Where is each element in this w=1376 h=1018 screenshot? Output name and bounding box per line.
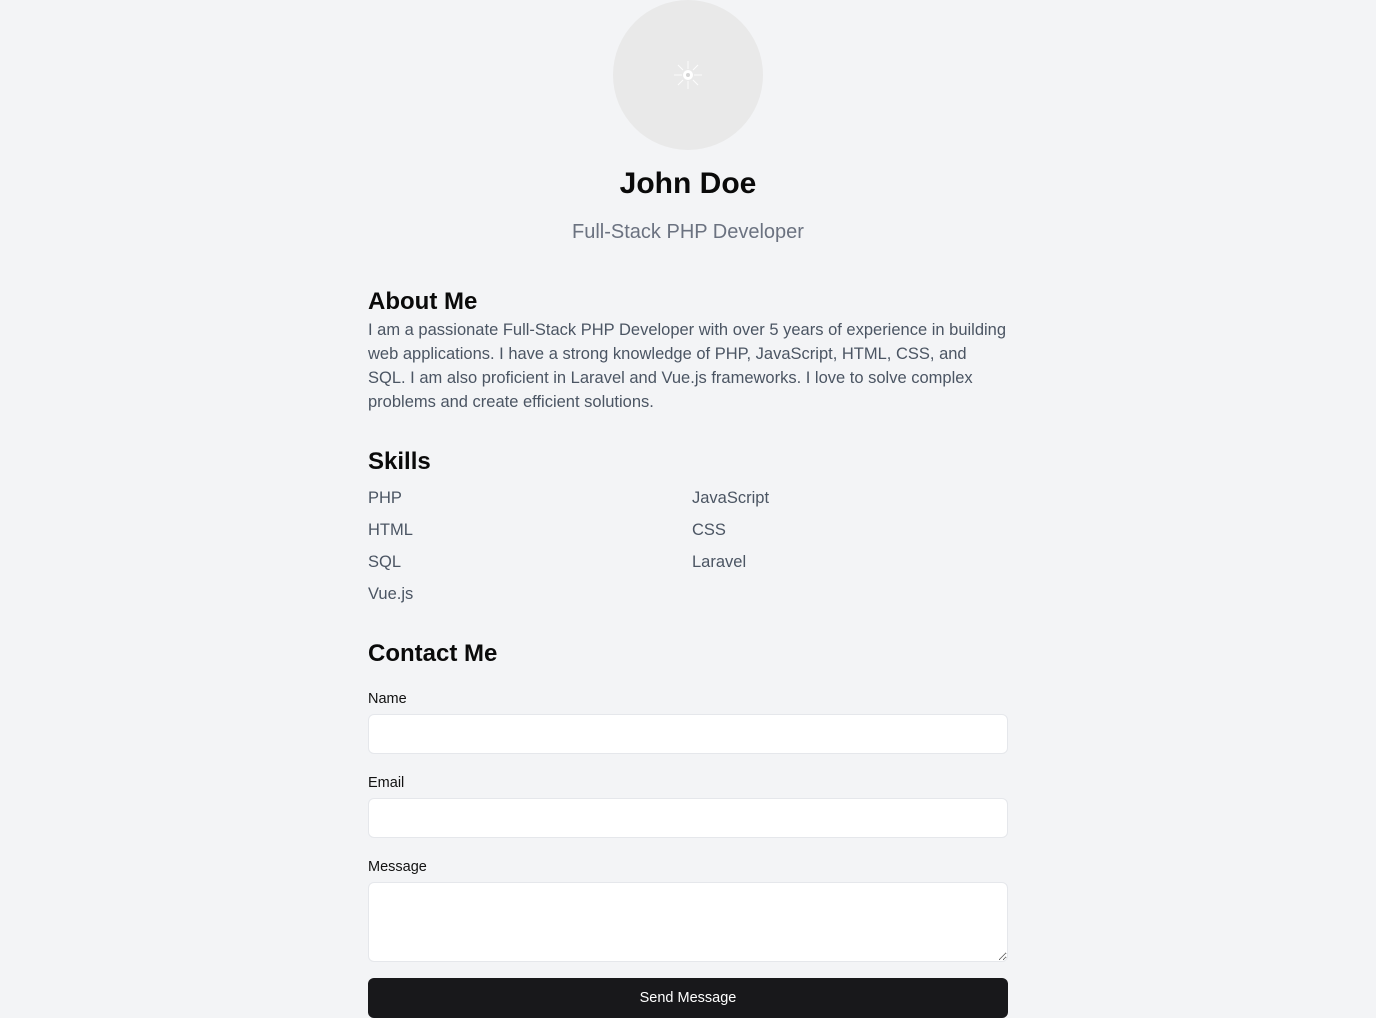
skill-item: HTML: [368, 521, 413, 539]
skill-item: Vue.js: [368, 585, 414, 603]
about-text: I am a passionate Full-Stack PHP Develop…: [368, 321, 1007, 411]
name-label: Name: [368, 691, 407, 707]
message-field[interactable]: [368, 882, 1008, 962]
skills-list: PHP JavaScript HTML CSS SQL Laravel Vue.…: [368, 486, 1008, 614]
send-message-button[interactable]: Send Message: [368, 978, 1008, 1018]
contact-heading: Contact Me: [368, 640, 498, 667]
skill-item: Laravel: [692, 553, 747, 571]
skills-heading: Skills: [368, 448, 431, 475]
email-label: Email: [368, 775, 405, 791]
email-field[interactable]: [368, 798, 1008, 838]
skill-item: CSS: [692, 521, 726, 539]
profile-page: John Doe Full-Stack PHP Developer About …: [0, 0, 1376, 1018]
skill-item: SQL: [368, 553, 402, 571]
profile-role: Full-Stack PHP Developer: [572, 221, 804, 243]
skill-item: PHP: [368, 489, 402, 507]
name-field[interactable]: [368, 714, 1008, 754]
avatar: [613, 0, 763, 150]
message-label: Message: [368, 859, 427, 875]
avatar-image-placeholder-icon: [674, 61, 702, 89]
skill-item: JavaScript: [692, 489, 770, 507]
profile-name: John Doe: [619, 167, 757, 200]
about-heading: About Me: [368, 288, 478, 315]
